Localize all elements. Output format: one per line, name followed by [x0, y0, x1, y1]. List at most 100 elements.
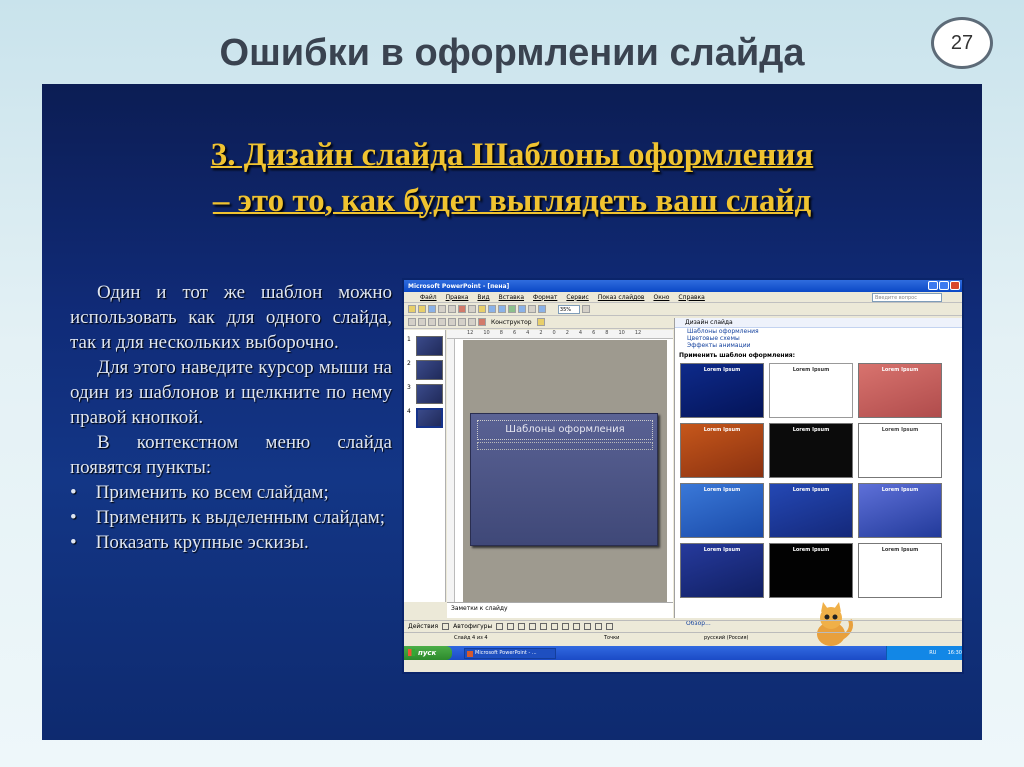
table-icon[interactable]	[518, 305, 526, 313]
increase-font-icon[interactable]	[458, 318, 466, 326]
template-caption: Lorem Ipsum	[792, 427, 830, 433]
menu-view[interactable]: Вид	[477, 294, 489, 301]
ruler-number: 12	[467, 330, 474, 336]
slide-edit-area: 12 10 8 6 4 2 0 2 4 6 8 10 12 Шаблоны оф…	[447, 330, 673, 602]
taskbar-app-button[interactable]: Microsoft PowerPoint - ...	[464, 647, 556, 659]
template-thumbnail[interactable]: Lorem Ipsum	[858, 483, 942, 538]
close-icon[interactable]	[950, 281, 960, 290]
ruler-number: 12	[634, 330, 642, 336]
color-icon[interactable]	[538, 305, 546, 313]
pointer-icon[interactable]	[442, 623, 450, 630]
slide-thumbnail[interactable]	[416, 384, 443, 404]
link-animation-effects[interactable]: Эффекты анимации	[675, 342, 962, 349]
template-thumbnail[interactable]: Lorem Ipsum	[680, 423, 764, 478]
paste-icon[interactable]	[478, 305, 486, 313]
template-thumbnail[interactable]: Lorem Ipsum	[858, 543, 942, 598]
draw-menu[interactable]: Действия	[408, 623, 438, 630]
template-thumbnail[interactable]: Lorem Ipsum	[858, 423, 942, 478]
menu-format[interactable]: Формат	[533, 294, 557, 301]
help-search-input[interactable]: Введите вопрос	[872, 293, 942, 302]
ruler-number: 8	[499, 330, 503, 336]
notes-field[interactable]: Заметки к слайду	[447, 602, 673, 618]
slide-heading: 3. Дизайн слайда Шаблоны оформления – эт…	[42, 132, 982, 224]
arrow-icon[interactable]	[507, 623, 515, 630]
template-thumbnail[interactable]: Lorem Ipsum	[680, 483, 764, 538]
template-thumbnail[interactable]: Lorem Ipsum	[769, 363, 853, 418]
redo-icon[interactable]	[498, 305, 506, 313]
template-thumbnail[interactable]: Lorem Ipsum	[769, 483, 853, 538]
help-icon[interactable]	[581, 305, 590, 313]
slide-thumbnail[interactable]	[416, 336, 443, 356]
menu-insert[interactable]: Вставка	[499, 294, 524, 301]
link-color-schemes[interactable]: Цветовые схемы	[675, 335, 962, 342]
slide-thumbnail[interactable]	[416, 360, 443, 380]
ruler-number: 4	[578, 330, 583, 336]
font-color-draw-icon[interactable]	[584, 623, 592, 630]
menu-help[interactable]: Справка	[678, 294, 704, 301]
menu-slideshow[interactable]: Показ слайдов	[598, 294, 645, 301]
3d-icon[interactable]	[606, 623, 614, 630]
zoom-select[interactable]: 35%	[557, 304, 580, 314]
start-button[interactable]: пуск	[404, 646, 452, 660]
menu-edit[interactable]: Правка	[446, 294, 469, 301]
ruler-number: 0	[552, 330, 556, 336]
bullets-icon[interactable]	[448, 318, 456, 326]
template-thumbnail[interactable]: Lorem Ipsum	[858, 363, 942, 418]
line-icon[interactable]	[496, 623, 504, 630]
link-design-templates[interactable]: Шаблоны оформления	[675, 328, 962, 335]
menu-window[interactable]: Окно	[653, 294, 669, 301]
new-icon[interactable]	[408, 305, 416, 313]
print-icon[interactable]	[438, 305, 446, 313]
bullet-item: • Применить к выделенным слайдам;	[70, 507, 386, 528]
menu-tools[interactable]: Сервис	[566, 294, 588, 301]
status-bar: Слайд 4 из 4 Точки русский (Россия)	[404, 632, 962, 642]
menu-file[interactable]: Файл	[420, 294, 437, 301]
template-thumbnail[interactable]: Lorem Ipsum	[769, 543, 853, 598]
shadow-icon[interactable]	[595, 623, 603, 630]
chart-icon[interactable]	[508, 305, 516, 313]
autoshapes-menu[interactable]: Автофигуры	[453, 623, 492, 630]
constructor-button[interactable]: Конструктор	[491, 319, 532, 326]
slide-title-placeholder[interactable]: Шаблоны оформления	[477, 420, 653, 440]
open-icon[interactable]	[418, 305, 426, 313]
preview-icon[interactable]	[448, 305, 456, 313]
tray-language[interactable]: RU	[929, 650, 936, 656]
undo-icon[interactable]	[488, 305, 496, 313]
tray-clock: 16:30	[947, 650, 962, 656]
grid-icon[interactable]	[528, 305, 536, 313]
current-slide-preview[interactable]: Шаблоны оформления	[470, 413, 658, 546]
copy-icon[interactable]	[468, 305, 476, 313]
rectangle-icon[interactable]	[518, 623, 526, 630]
bullet-item: • Показать крупные эскизы.	[70, 532, 309, 553]
maximize-icon[interactable]	[939, 281, 949, 290]
window-controls	[928, 281, 960, 290]
template-thumbnail[interactable]: Lorem Ipsum	[680, 543, 764, 598]
fill-color-icon[interactable]	[562, 623, 570, 630]
template-thumbnail[interactable]: Lorem Ipsum	[680, 363, 764, 418]
decrease-font-icon[interactable]	[468, 318, 476, 326]
font-color-icon[interactable]	[478, 318, 486, 326]
align-left-icon[interactable]	[408, 318, 416, 326]
slide-subtitle-placeholder[interactable]	[477, 442, 653, 450]
align-center-icon[interactable]	[418, 318, 426, 326]
template-caption: Lorem Ipsum	[881, 487, 919, 493]
slide-thumbnail-selected[interactable]	[416, 408, 443, 428]
horizontal-ruler: 12 10 8 6 4 2 0 2 4 6 8 10 12	[447, 330, 673, 339]
thumb-number: 1	[407, 336, 411, 343]
wordart-icon[interactable]	[551, 623, 559, 630]
save-icon[interactable]	[428, 305, 436, 313]
bullet-text: Показать крупные эскизы.	[95, 532, 309, 553]
template-caption: Lorem Ipsum	[792, 487, 830, 493]
minimize-icon[interactable]	[928, 281, 938, 290]
textbox-icon[interactable]	[540, 623, 548, 630]
oval-icon[interactable]	[529, 623, 537, 630]
align-right-icon[interactable]	[428, 318, 436, 326]
window-title: Microsoft PowerPoint - [пена]	[408, 282, 510, 290]
new-slide-icon[interactable]	[536, 318, 545, 326]
template-thumbnail[interactable]: Lorem Ipsum	[769, 423, 853, 478]
cut-icon[interactable]	[458, 305, 466, 313]
paragraph: В контекстном меню слайда появятся пункт…	[70, 432, 392, 478]
line-color-icon[interactable]	[573, 623, 581, 630]
numbering-icon[interactable]	[438, 318, 446, 326]
